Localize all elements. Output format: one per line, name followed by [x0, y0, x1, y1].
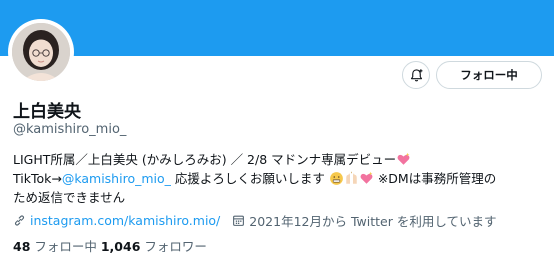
profile-bio: LIGHT所属／上白美央 (かみしろみお) ／ 2/8 マドンナ専属デビュー T…	[13, 150, 548, 207]
follow-stats: 48 フォロー中 1,046 フォロワー	[13, 236, 207, 255]
tiktok-mention-link[interactable]: @kamishiro_mio_	[62, 171, 171, 186]
profile-meta: instagram.com/kamishiro.mio/ 2021年12月から …	[13, 211, 496, 230]
bio-text: TikTok→	[13, 171, 62, 186]
following-button[interactable]: フォロー中	[436, 61, 542, 89]
avatar-photo	[12, 23, 70, 81]
following-link[interactable]: 48 フォロー中	[13, 239, 101, 254]
grimacing-face-icon	[329, 172, 343, 185]
calendar-icon	[233, 215, 245, 226]
sparkling-heart-icon	[360, 171, 373, 184]
bio-line-3: ため返信できません	[13, 190, 126, 205]
bio-text: ※DMは事務所管理の	[373, 171, 497, 186]
avatar[interactable]	[12, 23, 70, 81]
followers-label: フォロワー	[140, 239, 207, 254]
following-label: フォロー中	[30, 239, 101, 254]
raising-hands-icon	[346, 171, 357, 184]
sparkling-heart-icon	[397, 152, 410, 165]
display-name: 上白美央	[13, 102, 81, 122]
website-link[interactable]: instagram.com/kamishiro.mio/	[30, 213, 220, 228]
bio-text: LIGHT所属／上白美央 (かみしろみお) ／ 2/8 マドンナ専属デビュー	[13, 152, 397, 167]
followers-count: 1,046	[100, 239, 141, 254]
bell-plus-icon	[410, 68, 422, 81]
notification-bell-button[interactable]	[402, 61, 430, 89]
bio-line-2: TikTok→@kamishiro_mio_ 応援よろしくお願いします ※DMは…	[13, 169, 548, 188]
link-icon	[14, 215, 25, 226]
join-date: 2021年12月から Twitter を利用しています	[249, 214, 497, 229]
followers-link[interactable]: 1,046 フォロワー	[101, 239, 207, 254]
bio-text: 応援よろしくお願いします	[170, 171, 325, 186]
profile-banner	[0, 0, 554, 56]
following-count: 48	[13, 239, 31, 254]
bio-line-1: LIGHT所属／上白美央 (かみしろみお) ／ 2/8 マドンナ専属デビュー	[13, 150, 548, 169]
username-handle: @kamishiro_mio_	[13, 122, 127, 137]
